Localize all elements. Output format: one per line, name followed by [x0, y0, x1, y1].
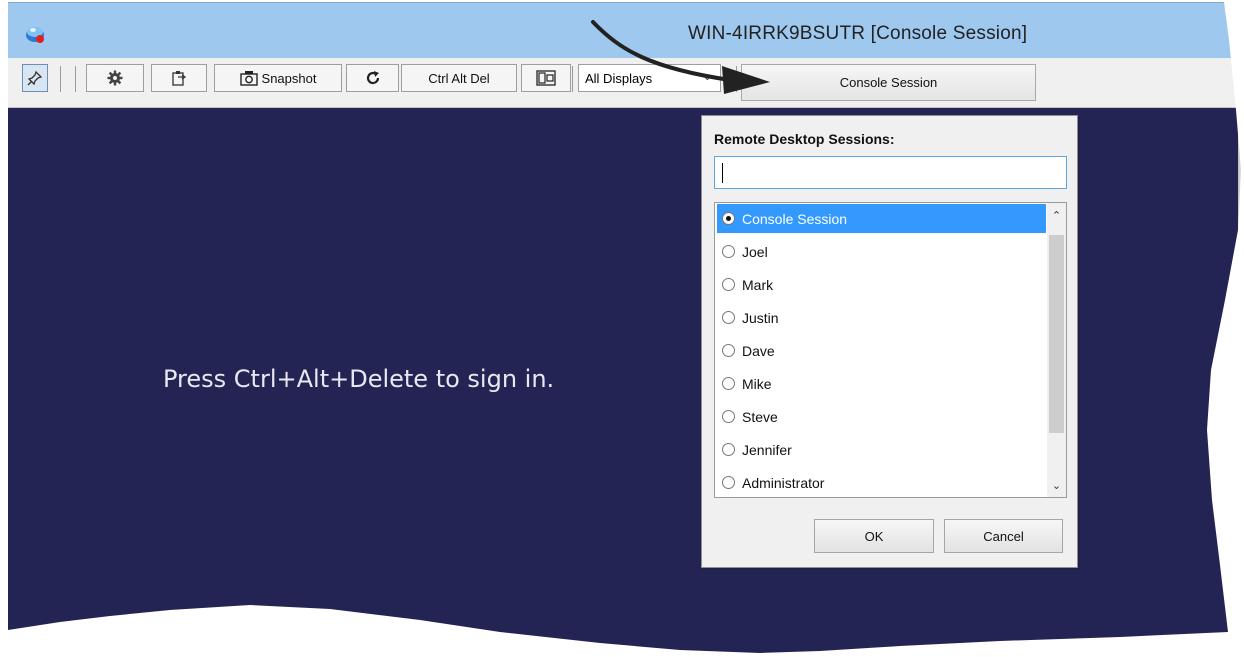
session-panel: Remote Desktop Sessions: Console Session…	[701, 115, 1078, 568]
list-item-mike[interactable]: Mike	[717, 369, 1046, 398]
list-item-label: Administrator	[742, 474, 825, 491]
app-window: WIN-4IRRK9BSUTR [Console Session] Snapsh…	[8, 2, 1241, 653]
list-item-label: Justin	[742, 309, 779, 326]
list-item-steve[interactable]: Steve	[717, 402, 1046, 431]
gear-icon	[107, 70, 123, 86]
ctrl-alt-del-label: Ctrl Alt Del	[428, 70, 490, 86]
pin-button[interactable]	[22, 64, 48, 92]
session-button-label: Console Session	[839, 75, 938, 90]
list-item-justin[interactable]: Justin	[717, 303, 1046, 332]
toolbar-divider	[60, 66, 61, 92]
refresh-icon	[366, 71, 379, 85]
radio-icon[interactable]	[722, 245, 735, 258]
session-list-scrollbar[interactable]: ⌃ ⌄	[1047, 203, 1066, 497]
list-item-label: Mark	[742, 276, 774, 293]
app-logo-icon	[26, 27, 44, 43]
display-select-value: All Displays	[585, 70, 653, 86]
list-item-label: Steve	[742, 408, 778, 425]
cancel-label: Cancel	[983, 528, 1024, 544]
session-panel-title: Remote Desktop Sessions:	[714, 131, 895, 147]
scroll-down-arrow-icon[interactable]: ⌄	[1047, 475, 1066, 495]
radio-icon[interactable]	[722, 311, 735, 324]
chevron-down-icon: ⌄	[702, 71, 712, 83]
list-item-joel[interactable]: Joel	[717, 237, 1046, 266]
radio-icon[interactable]	[722, 344, 735, 357]
radio-icon[interactable]	[722, 410, 735, 423]
camera-icon	[239, 71, 258, 86]
settings-button[interactable]	[86, 64, 144, 92]
clipboard-icon	[172, 71, 187, 86]
radio-selected-icon[interactable]	[722, 212, 735, 225]
lock-screen-message: Press Ctrl+Alt+Delete to sign in.	[163, 365, 555, 393]
list-item-label: Joel	[742, 243, 768, 260]
list-item-mark[interactable]: Mark	[717, 270, 1046, 299]
text-cursor	[722, 163, 723, 183]
scroll-thumb[interactable]	[1049, 235, 1064, 433]
monitor-layout-button[interactable]	[521, 64, 571, 92]
toolbar-divider	[75, 66, 76, 92]
ctrl-alt-del-button[interactable]: Ctrl Alt Del	[401, 64, 517, 92]
list-item-jennifer[interactable]: Jennifer	[717, 435, 1046, 464]
snapshot-label: Snapshot	[261, 70, 317, 86]
toolbar-divider	[572, 66, 573, 92]
session-search-input[interactable]	[714, 156, 1067, 189]
pin-icon	[27, 70, 43, 86]
session-dropdown-button[interactable]: Console Session	[741, 64, 1036, 101]
cancel-button[interactable]: Cancel	[944, 519, 1063, 553]
scroll-up-arrow-icon[interactable]: ⌃	[1047, 205, 1066, 225]
clipboard-button[interactable]	[151, 64, 207, 92]
list-item-label: Dave	[742, 342, 775, 359]
session-list[interactable]: Console Session Joel Mark Justin Dave Mi…	[714, 202, 1067, 498]
list-item-administrator[interactable]: Administrator	[717, 468, 1046, 497]
list-item-label: Jennifer	[742, 441, 792, 458]
radio-icon[interactable]	[722, 377, 735, 390]
toolbar-divider	[736, 66, 737, 92]
list-item-label: Mike	[742, 375, 772, 392]
list-item-label: Console Session	[742, 210, 848, 227]
ok-button[interactable]: OK	[814, 519, 934, 553]
ok-label: OK	[864, 528, 884, 544]
list-item-console-session[interactable]: Console Session	[717, 204, 1046, 233]
refresh-button[interactable]	[346, 64, 399, 92]
list-item-dave[interactable]: Dave	[717, 336, 1046, 365]
window-title: WIN-4IRRK9BSUTR [Console Session]	[688, 23, 1028, 44]
title-bar: WIN-4IRRK9BSUTR [Console Session]	[8, 2, 1238, 58]
radio-icon[interactable]	[722, 278, 735, 291]
radio-icon[interactable]	[722, 476, 735, 489]
radio-icon[interactable]	[722, 443, 735, 456]
monitor-layout-icon	[536, 70, 556, 86]
display-select[interactable]: All Displays ⌄	[578, 64, 721, 92]
snapshot-button[interactable]: Snapshot	[214, 64, 342, 92]
